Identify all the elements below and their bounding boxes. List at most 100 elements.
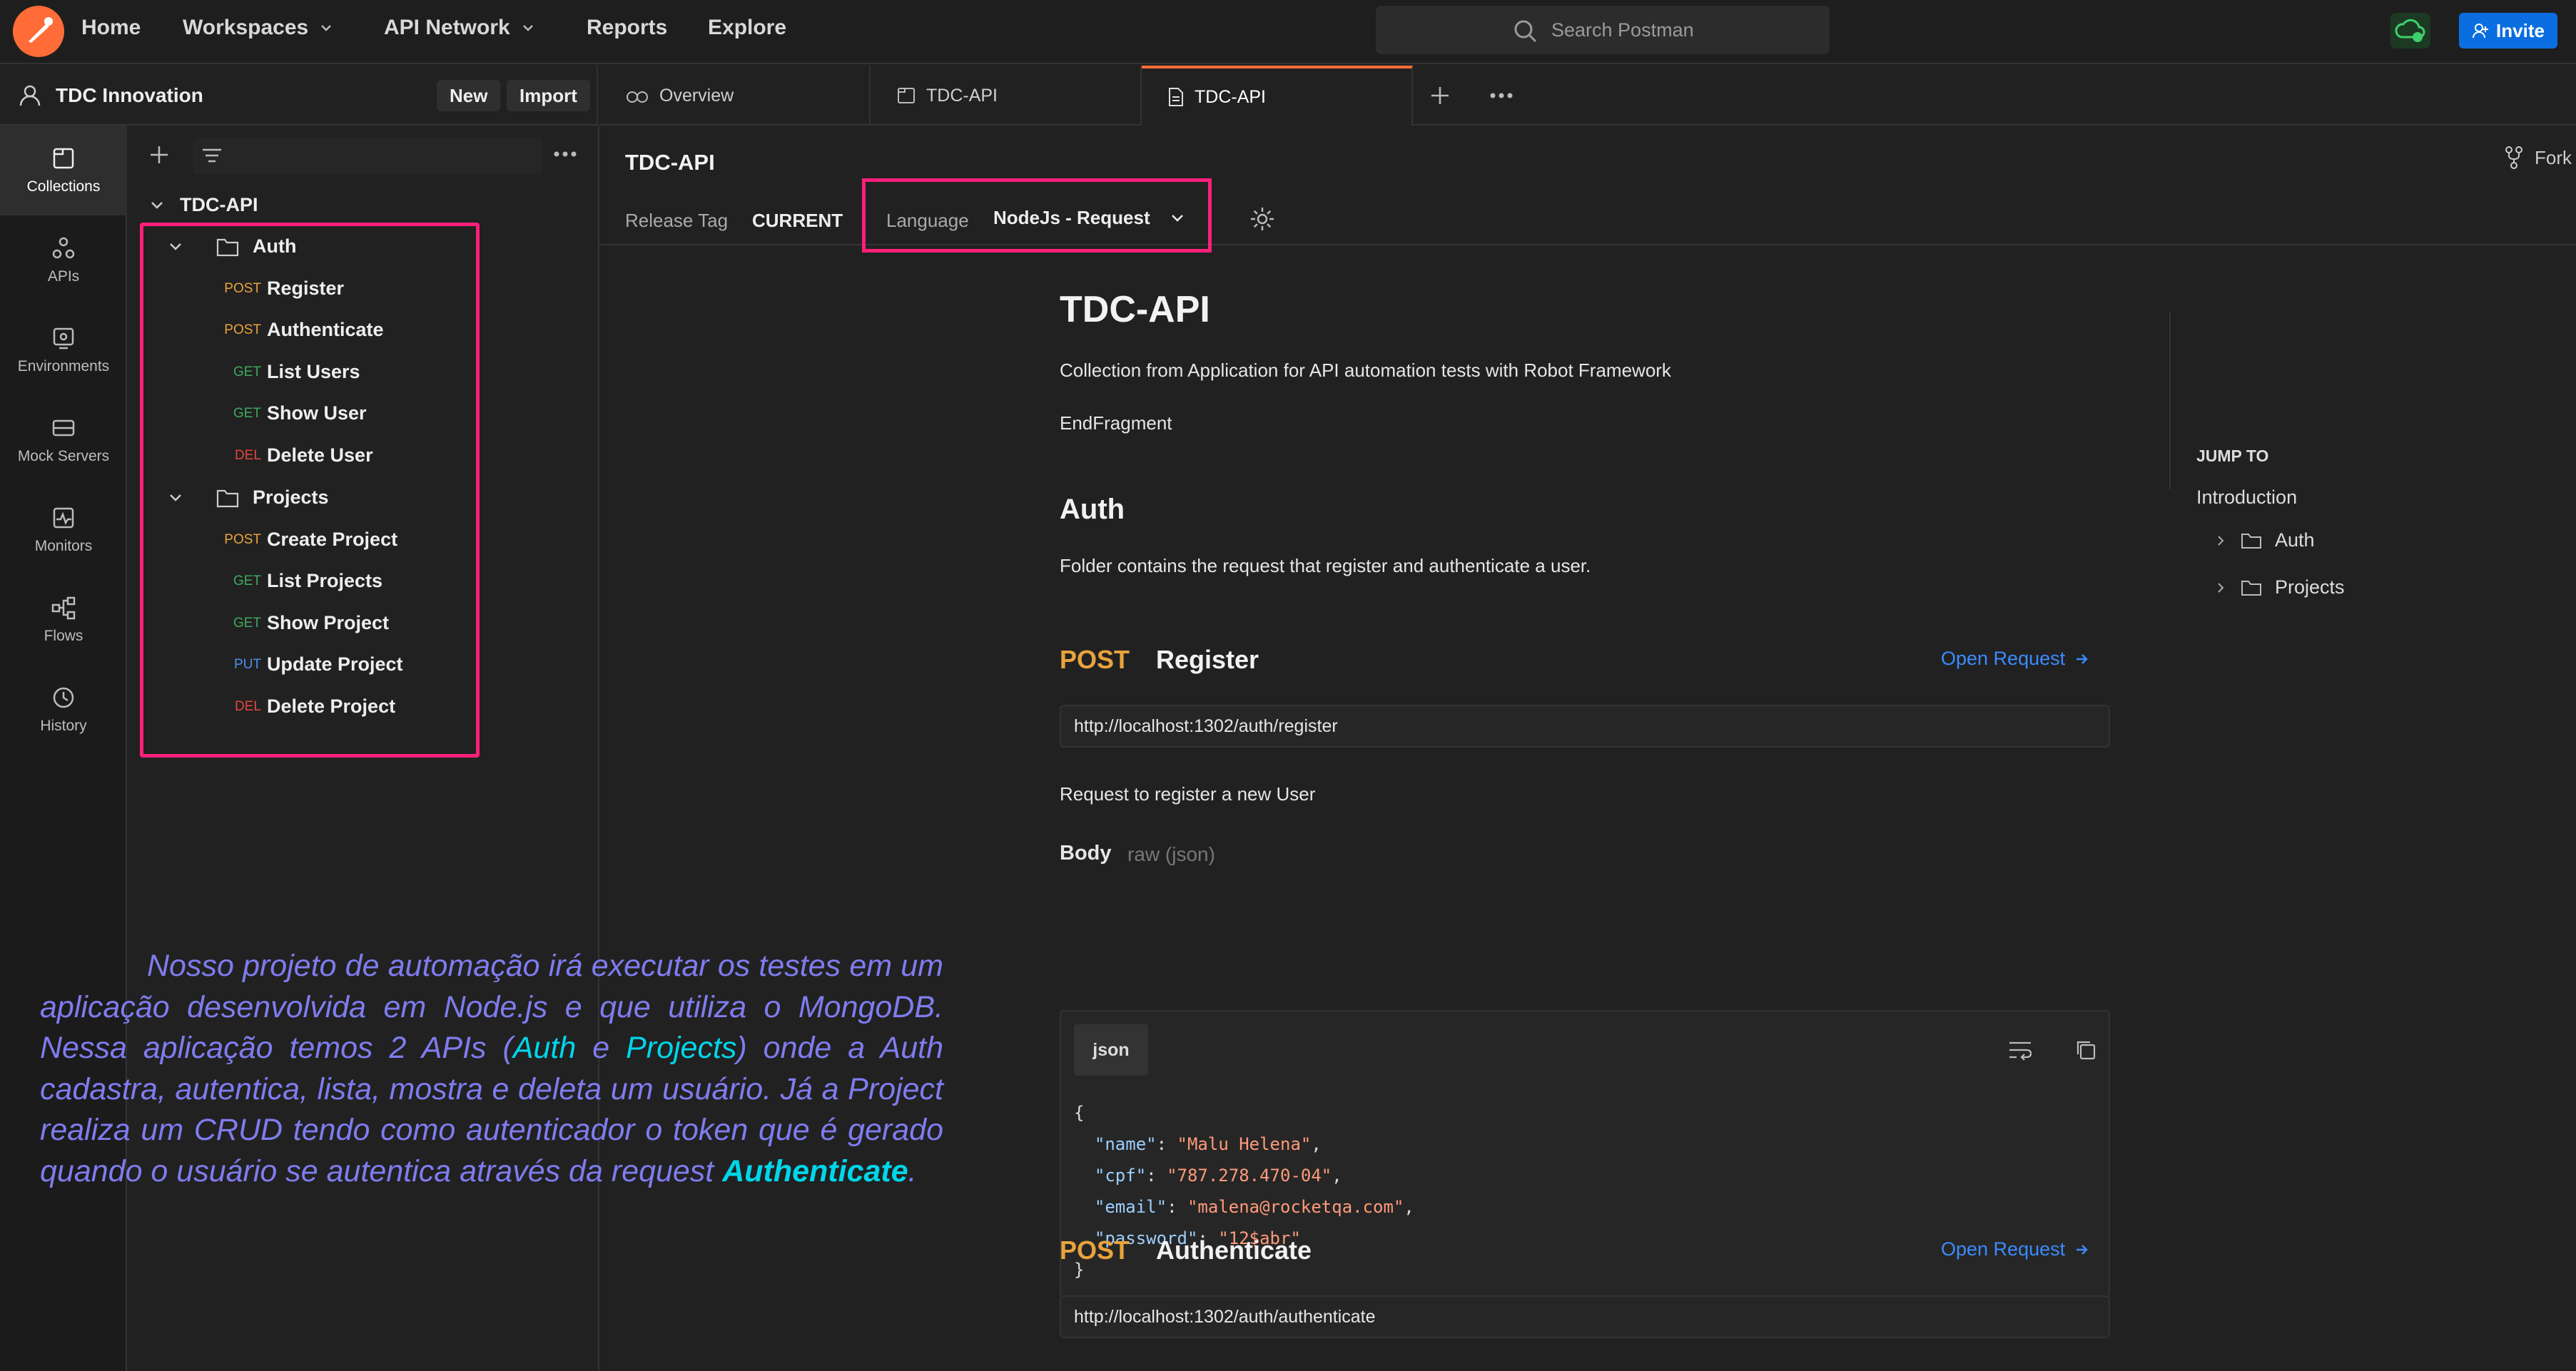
nav-workspaces[interactable]: Workspaces	[183, 16, 334, 40]
more-options-icon[interactable]	[552, 147, 578, 161]
rail-monitors[interactable]: Monitors	[0, 485, 127, 575]
chevron-down-icon	[151, 201, 163, 209]
doc-header: TDC-API Release Tag CURRENT Language Nod…	[599, 126, 2576, 253]
fork-button[interactable]: Fork	[2503, 146, 2572, 170]
nav-api-network[interactable]: API Network	[384, 16, 536, 40]
request-delete-project[interactable]: DEL Delete Project	[218, 695, 395, 718]
open-request-label: Open Request	[1941, 1238, 2066, 1260]
rail-environments[interactable]: Environments	[0, 305, 127, 395]
rail-collections[interactable]: Collections	[0, 126, 127, 215]
workspace-header: TDC Innovation New Import	[0, 66, 598, 126]
request-list-projects[interactable]: GET List Projects	[218, 570, 382, 592]
arrow-right-icon	[2076, 1244, 2088, 1255]
search-input[interactable]: Search Postman	[1376, 6, 1830, 54]
annotation-dot: .	[908, 1153, 917, 1188]
tab-tdc-api-2-label: TDC-API	[1195, 86, 1266, 107]
req1-description: Request to register a new User	[1060, 783, 1316, 805]
request-list-users[interactable]: GET List Users	[218, 361, 360, 383]
jump-projects[interactable]: Projects	[2214, 576, 2345, 598]
rail-history[interactable]: History	[0, 665, 127, 755]
settings-gear-icon[interactable]	[1249, 205, 1276, 233]
rail-apis-label: APIs	[47, 268, 80, 285]
folder-projects[interactable]: Projects	[167, 486, 329, 509]
doc-header-title: TDC-API	[625, 150, 715, 175]
req2-url[interactable]: http://localhost:1302/auth/authenticate	[1060, 1295, 2110, 1338]
request-label: Delete Project	[267, 695, 396, 717]
nav-home-label: Home	[81, 16, 141, 39]
copy-icon[interactable]	[2074, 1039, 2097, 1061]
nav-home[interactable]: Home	[81, 16, 141, 40]
new-button[interactable]: New	[437, 80, 501, 111]
chevron-right-icon	[2218, 582, 2224, 593]
json-value: "malena@rocketqa.com"	[1187, 1197, 1404, 1217]
language-select[interactable]: NodeJs - Request	[993, 207, 1186, 229]
rail-environments-label: Environments	[17, 358, 110, 374]
request-label: List Users	[267, 361, 360, 382]
wrap-lines-icon[interactable]	[2007, 1039, 2033, 1061]
rail-flows[interactable]: Flows	[0, 575, 127, 665]
method-badge: DEL	[235, 447, 261, 463]
doc-title: TDC-API	[1060, 289, 1210, 330]
req2-open-request-link[interactable]: Open Request	[1941, 1238, 2091, 1260]
tab-tdc-api-1[interactable]: TDC-API	[871, 66, 1142, 126]
jump-auth[interactable]: Auth	[2214, 529, 2315, 551]
request-authenticate[interactable]: POST Authenticate	[218, 319, 383, 341]
postman-logo[interactable]	[13, 6, 64, 57]
chevron-right-icon	[2218, 535, 2224, 546]
req1-open-request-link[interactable]: Open Request	[1941, 648, 2091, 670]
request-create-project[interactable]: POST Create Project	[218, 529, 397, 551]
rail-mock-servers[interactable]: Mock Servers	[0, 395, 127, 485]
chevron-down-icon	[170, 494, 181, 501]
doc-fragment: EndFragment	[1060, 412, 1172, 434]
import-button[interactable]: Import	[507, 80, 590, 111]
invite-button[interactable]: Invite	[2459, 13, 2557, 49]
request-register[interactable]: POST Register	[218, 277, 344, 300]
folder-icon	[216, 238, 239, 256]
filter-input[interactable]	[193, 138, 542, 174]
folder-projects-label: Projects	[253, 486, 329, 508]
jump-auth-label: Auth	[2275, 529, 2315, 551]
collection-root[interactable]: TDC-API	[148, 194, 258, 216]
document-icon	[1169, 88, 1183, 106]
annotation-and: e	[576, 1031, 627, 1065]
method-badge: GET	[233, 573, 261, 588]
req2-name: Authenticate	[1156, 1235, 1312, 1265]
folder-auth[interactable]: Auth	[167, 235, 296, 258]
tab-tdc-api-2[interactable]: TDC-API	[1142, 66, 1413, 126]
tab-overview[interactable]: Overview	[599, 66, 871, 126]
method-badge: GET	[233, 615, 261, 631]
add-icon[interactable]	[147, 143, 171, 167]
collection-icon	[898, 88, 915, 103]
request-label: Create Project	[267, 529, 398, 550]
folder-icon	[2241, 580, 2261, 596]
cloud-sync-icon	[2395, 19, 2425, 42]
request-update-project[interactable]: PUT Update Project	[218, 653, 403, 676]
new-tab-icon[interactable]	[1429, 84, 1451, 107]
nav-reports[interactable]: Reports	[587, 16, 667, 40]
release-tag-value[interactable]: CURRENT	[752, 210, 843, 232]
request-label: Register	[267, 277, 345, 299]
workspace-name[interactable]: TDC Innovation	[56, 84, 203, 107]
request-show-project[interactable]: GET Show Project	[218, 612, 389, 634]
request-label: Update Project	[267, 653, 403, 675]
rail-collections-label: Collections	[26, 178, 101, 195]
jump-intro[interactable]: Introduction	[2196, 486, 2297, 509]
rail-apis[interactable]: APIs	[0, 215, 127, 305]
history-icon	[53, 687, 74, 708]
nav-explore[interactable]: Explore	[708, 16, 786, 40]
request-delete-user[interactable]: DEL Delete User	[218, 444, 373, 467]
more-tabs-icon[interactable]	[1489, 86, 1514, 106]
request-show-user[interactable]: GET Show User	[218, 402, 367, 424]
fork-label: Fork	[2535, 146, 2572, 168]
req1-url[interactable]: http://localhost:1302/auth/register	[1060, 705, 2110, 748]
body-type: raw (json)	[1127, 843, 1215, 865]
collections-icon	[53, 148, 74, 169]
doc-description: Collection from Application for API auto…	[1060, 360, 1671, 381]
method-badge: DEL	[235, 698, 261, 714]
request-label: List Projects	[267, 570, 383, 591]
annotation-text: Nosso projeto de automação irá executar …	[40, 946, 943, 1192]
sync-status-button[interactable]	[2390, 13, 2430, 49]
json-key: "cpf"	[1094, 1166, 1147, 1186]
chevron-down-icon	[522, 25, 533, 31]
tab-tdc-api-1-label: TDC-API	[926, 85, 998, 106]
